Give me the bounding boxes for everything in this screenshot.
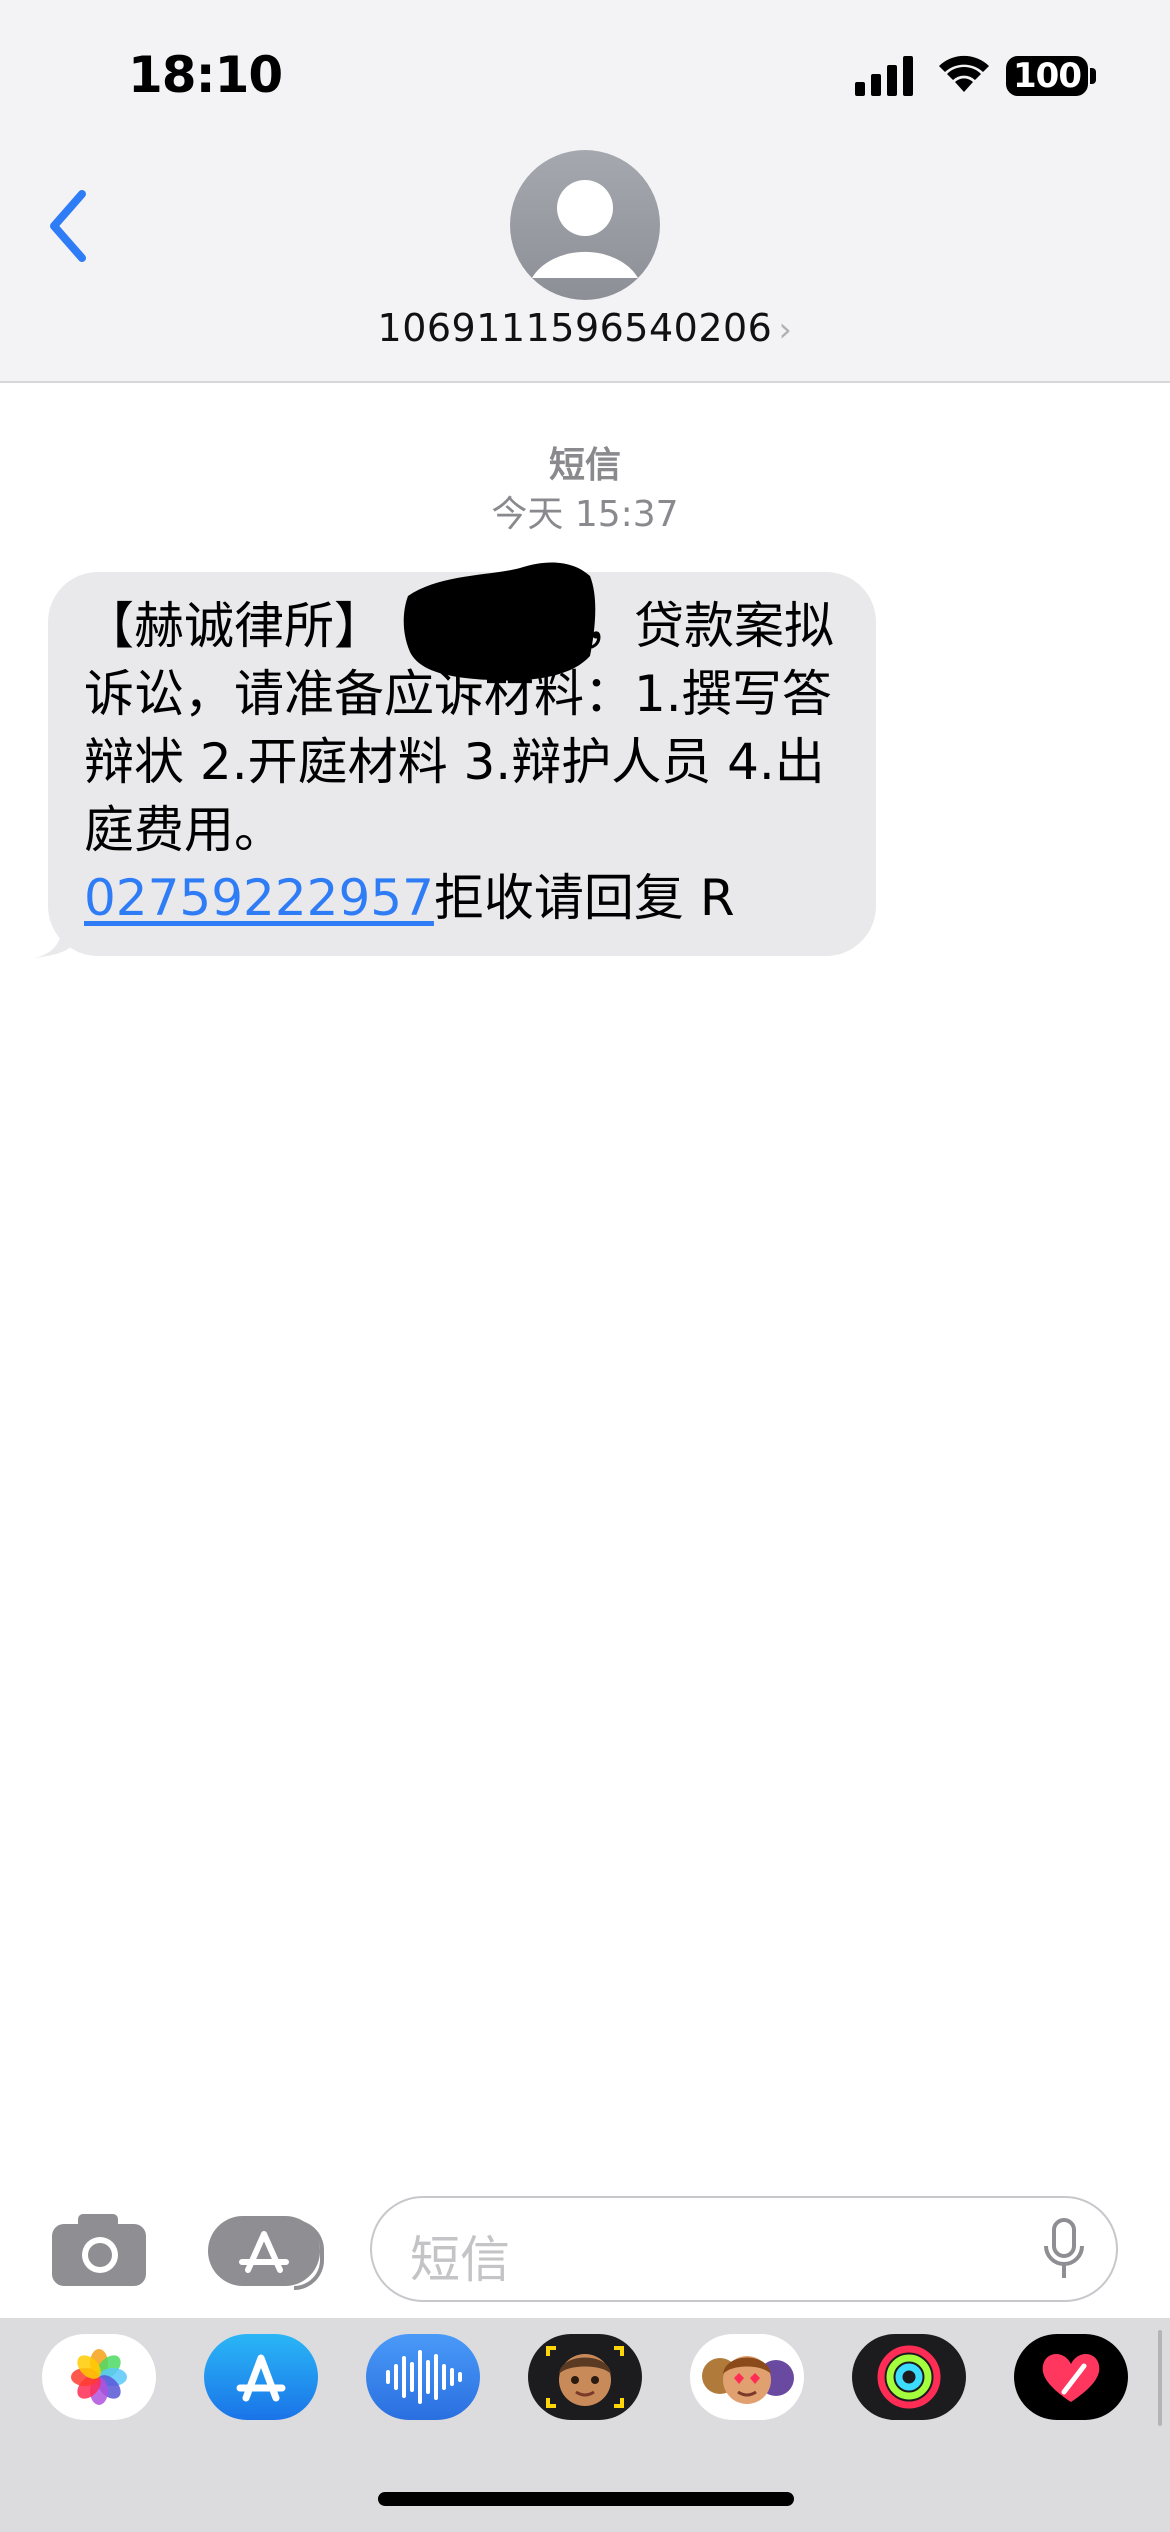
contact-number: 1069111596540206 xyxy=(377,306,773,350)
chevron-right-icon: › xyxy=(778,310,793,350)
input-placeholder: 短信 xyxy=(410,2231,510,2289)
app-store-icon[interactable] xyxy=(204,2334,318,2420)
phone-number-link[interactable]: 02759222957 xyxy=(84,869,434,927)
redaction-scribble xyxy=(403,562,596,681)
status-bar-time: 18:10 xyxy=(128,46,283,104)
camera-icon[interactable] xyxy=(52,2212,146,2286)
microphone-icon[interactable] xyxy=(1042,2218,1086,2282)
message-timestamp: 今天 15:37 xyxy=(491,494,679,535)
opt-out-text: 拒收请回复 R xyxy=(433,869,735,927)
battery-tip xyxy=(1090,68,1096,84)
home-indicator[interactable] xyxy=(378,2492,794,2506)
person-avatar-icon[interactable] xyxy=(510,150,660,300)
wifi-icon xyxy=(939,55,989,92)
chevron-left-icon[interactable] xyxy=(40,186,100,266)
service-label: 短信 xyxy=(548,445,621,486)
photos-icon[interactable] xyxy=(42,2334,156,2420)
contact-name-button[interactable]: 1069111596540206 › xyxy=(0,306,1170,350)
navigation-header: 18:10 100 1069111596540206 › xyxy=(0,0,1170,383)
digital-touch-icon[interactable] xyxy=(1014,2334,1128,2420)
fitness-icon[interactable] xyxy=(852,2334,966,2420)
message-sender-tag: 【赫诚律所】 xyxy=(84,597,384,655)
audio-message-icon[interactable] xyxy=(366,2334,480,2420)
battery-indicator: 100 xyxy=(1006,56,1088,96)
cellular-signal-icon xyxy=(855,56,913,96)
drawer-scrollbar[interactable] xyxy=(1158,2330,1162,2426)
memoji-icon[interactable] xyxy=(528,2334,642,2420)
message-input-field[interactable]: 短信 xyxy=(370,2196,1118,2302)
animoji-stickers-icon[interactable] xyxy=(690,2334,804,2420)
